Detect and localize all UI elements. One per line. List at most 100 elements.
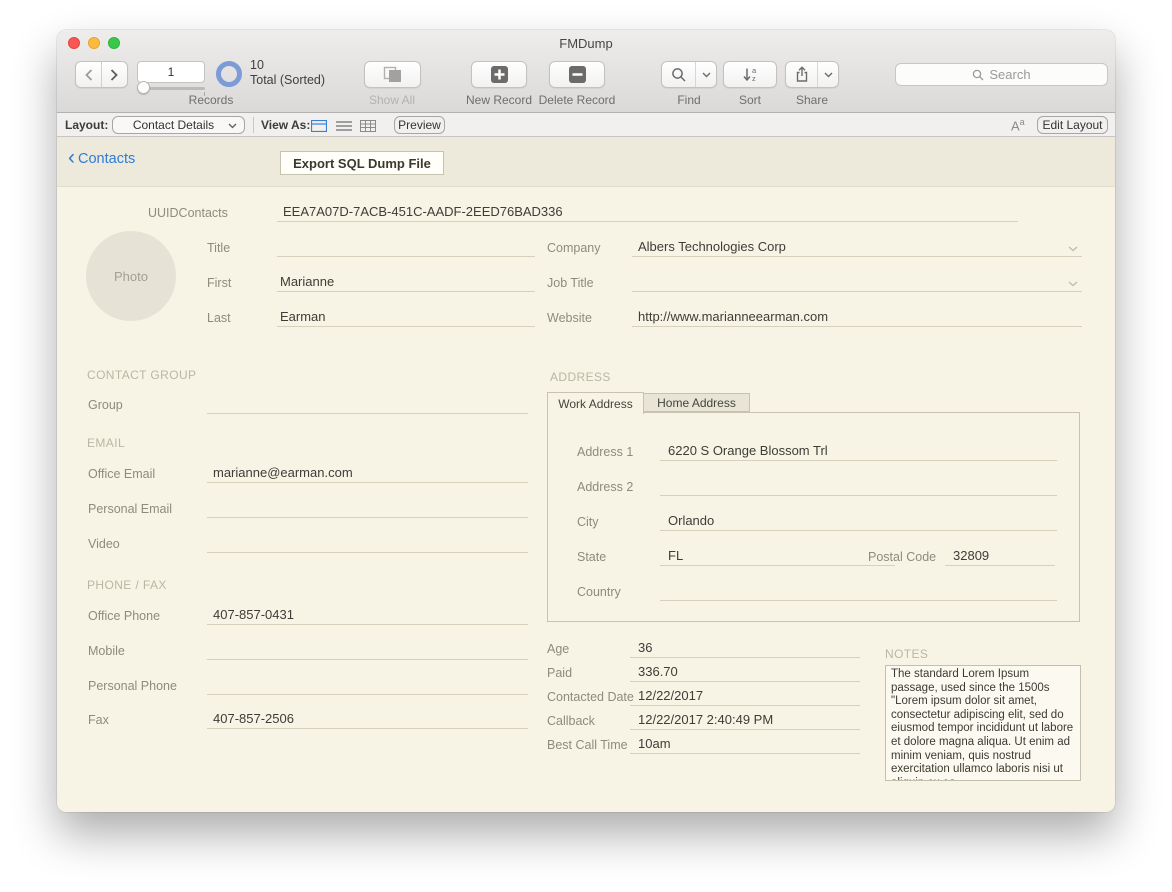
record-detail-view: ‹ Contacts Export SQL Dump File UUIDCont… [57,137,1115,812]
age-label: Age [547,642,569,656]
sort-button[interactable]: a z [723,61,777,88]
chevron-down-icon [228,123,237,129]
previous-record-button[interactable] [76,62,101,87]
contact-group-section-header: CONTACT GROUP [87,368,196,382]
last-name-label: Last [207,311,231,325]
paid-label: Paid [547,666,572,680]
view-form-button[interactable] [311,119,327,137]
state-field[interactable]: FL [660,546,895,566]
tab-work-address[interactable]: Work Address [547,392,644,414]
address2-label: Address 2 [577,480,633,494]
website-field[interactable]: http://www.marianneearman.com [632,307,1082,327]
share-button [785,61,839,88]
job-title-field[interactable] [632,272,1082,292]
phone-fax-section-header: PHONE / FAX [87,578,167,592]
tab-work-address-label: Work Address [558,397,632,411]
video-field[interactable] [207,533,528,553]
layout-label: Layout: [65,118,108,132]
title-label: Title [207,241,230,255]
tab-home-address[interactable]: Home Address [644,393,750,412]
office-email-label: Office Email [88,467,155,481]
export-sql-dump-label: Export SQL Dump File [293,156,431,171]
paid-field[interactable]: 336.70 [630,662,860,682]
address1-field[interactable]: 6220 S Orange Blossom Trl [660,441,1057,461]
mobile-field[interactable] [207,640,528,660]
back-to-contacts-link[interactable]: ‹ Contacts [68,151,135,167]
show-all-label: Show All [347,93,437,107]
country-field[interactable] [660,581,1057,601]
show-all-stack-icon [383,66,403,83]
view-table-button[interactable] [360,119,376,137]
contacted-date-field[interactable]: 12/22/2017 [630,686,860,706]
age-field[interactable]: 36 [630,638,860,658]
personal-phone-field[interactable] [207,675,528,695]
layout-selector-value: Contact Details [133,118,214,132]
notes-field[interactable]: The standard Lorem Ipsum passage, used s… [885,665,1081,781]
search-input[interactable]: Search [895,63,1108,86]
city-label: City [577,515,599,529]
address2-field[interactable] [660,476,1057,496]
title-field[interactable] [277,237,535,257]
chevron-left-icon [84,69,93,81]
job-title-label: Job Title [547,276,594,290]
delete-record-label: Delete Record [532,93,622,107]
callback-field[interactable]: 12/22/2017 2:40:49 PM [630,710,860,730]
total-count: 10 [250,58,264,72]
content-header-band [57,137,1115,187]
breadcrumb: Contacts [78,151,135,167]
share-label: Share [767,93,857,107]
search-magnifier-icon [671,67,687,83]
next-record-button[interactable] [101,62,127,87]
personal-email-label: Personal Email [88,502,172,516]
company-field[interactable]: Albers Technologies Corp [632,237,1082,257]
minus-icon [569,66,586,83]
text-formatting-icon[interactable]: Aa [1011,117,1025,133]
state-label: State [577,550,606,564]
window-title: FMDump [57,36,1115,51]
form-view-icon [311,120,327,132]
record-slider-thumb[interactable] [137,81,150,94]
photo-container-field[interactable]: Photo [86,231,176,321]
company-label: Company [547,241,601,255]
new-record-button[interactable] [471,61,527,88]
address-section-header: ADDRESS [550,370,611,384]
layout-selector[interactable]: Contact Details [112,116,245,134]
group-field[interactable] [207,394,528,414]
best-call-time-field[interactable]: 10am [630,734,860,754]
chevron-right-icon [110,69,119,81]
email-section-header: EMAIL [87,436,125,450]
view-list-button[interactable] [336,119,352,137]
postal-code-field[interactable]: 32809 [945,546,1055,566]
photo-placeholder-label: Photo [114,269,148,284]
preview-button[interactable]: Preview [394,116,445,134]
found-set-pie-icon[interactable] [216,61,242,87]
share-dropdown-button[interactable] [817,62,838,87]
office-phone-label: Office Phone [88,609,160,623]
fax-field[interactable]: 407-857-2506 [207,709,528,729]
find-dropdown-button[interactable] [695,62,716,87]
uuid-field[interactable]: EEA7A07D-7ACB-451C-AADF-2EED76BAD336 [277,202,1018,222]
fax-label: Fax [88,713,109,727]
view-as-label: View As: [261,118,310,132]
first-name-field[interactable]: Marianne [277,272,535,292]
divider [253,117,254,133]
office-phone-field[interactable]: 407-857-0431 [207,605,528,625]
office-email-field[interactable]: marianne@earman.com [207,463,528,483]
share-main-button[interactable] [786,62,817,87]
show-all-button[interactable] [364,61,421,88]
personal-email-field[interactable] [207,498,528,518]
delete-record-button[interactable] [549,61,605,88]
last-name-field[interactable]: Earman [277,307,535,327]
current-record-field[interactable]: 1 [137,61,205,83]
search-placeholder: Search [989,67,1030,82]
edit-layout-button[interactable]: Edit Layout [1037,116,1108,134]
sort-az-icon: a z [742,66,759,83]
app-window: FMDump 1 Records 10 Total (Sorted) Show … [57,30,1115,812]
share-icon [794,66,810,83]
city-field[interactable]: Orlando [660,511,1057,531]
notes-section-header: NOTES [885,647,928,661]
export-sql-dump-button[interactable]: Export SQL Dump File [280,151,444,175]
find-main-button[interactable] [662,62,695,87]
find-button [661,61,717,88]
total-sorted-label: Total (Sorted) [250,73,325,87]
